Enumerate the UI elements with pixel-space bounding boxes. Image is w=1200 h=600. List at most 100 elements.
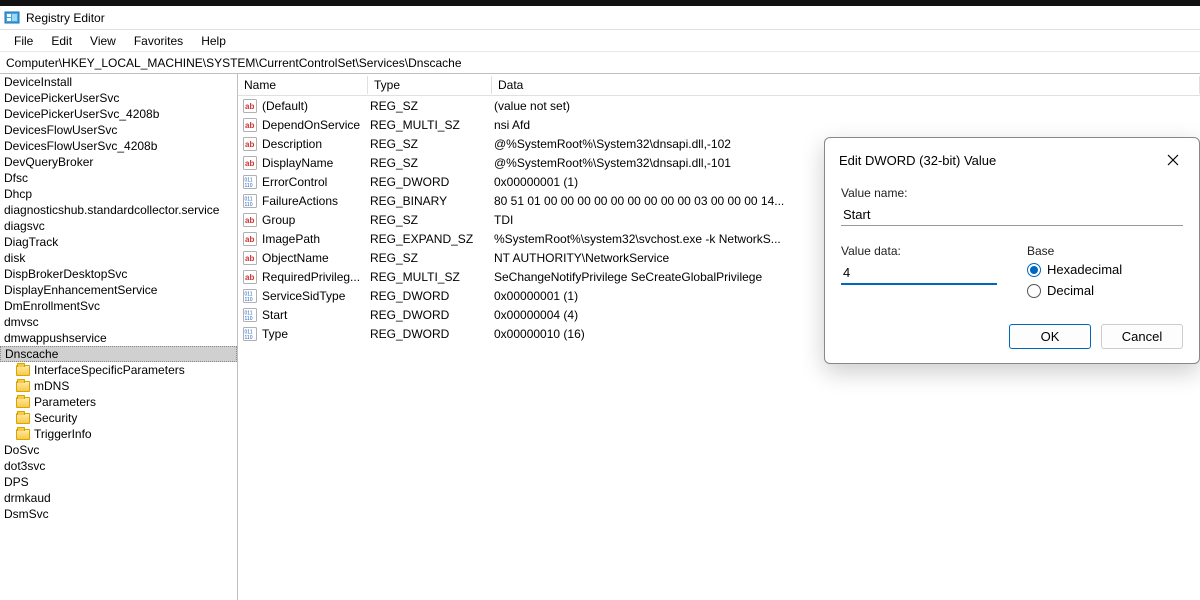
tree-item[interactable]: Dhcp bbox=[0, 186, 237, 202]
value-name: ErrorControl bbox=[262, 175, 327, 189]
tree-item-label: dmvsc bbox=[4, 314, 39, 330]
menu-edit[interactable]: Edit bbox=[43, 32, 80, 50]
menu-favorites[interactable]: Favorites bbox=[126, 32, 191, 50]
edit-dword-dialog: Edit DWORD (32-bit) Value Value name: Va… bbox=[824, 137, 1200, 364]
value-name-label: Value name: bbox=[841, 186, 1183, 200]
tree-item[interactable]: DevicesFlowUserSvc bbox=[0, 122, 237, 138]
tree-item-label: diagsvc bbox=[4, 218, 45, 234]
tree-item[interactable]: DevicePickerUserSvc bbox=[0, 90, 237, 106]
svg-text:ab: ab bbox=[245, 140, 254, 149]
tree-item[interactable]: dmwappushservice bbox=[0, 330, 237, 346]
folder-icon bbox=[16, 365, 30, 376]
string-icon: ab bbox=[242, 98, 258, 114]
svg-text:ab: ab bbox=[245, 273, 254, 282]
tree-item[interactable]: dot3svc bbox=[0, 458, 237, 474]
svg-text:110: 110 bbox=[245, 297, 253, 303]
key-tree[interactable]: DeviceInstallDevicePickerUserSvcDevicePi… bbox=[0, 74, 238, 600]
value-data-label: Value data: bbox=[841, 244, 997, 258]
tree-item[interactable]: Dfsc bbox=[0, 170, 237, 186]
folder-icon bbox=[16, 413, 30, 424]
tree-item-label: DeviceInstall bbox=[4, 74, 72, 90]
tree-item[interactable]: DevicePickerUserSvc_4208b bbox=[0, 106, 237, 122]
value-row[interactable]: ab (Default) REG_SZ(value not set) bbox=[238, 96, 1200, 115]
tree-item-label: DmEnrollmentSvc bbox=[4, 298, 100, 314]
value-row[interactable]: abDependOnServiceREG_MULTI_SZnsi Afd bbox=[238, 115, 1200, 134]
tree-item[interactable]: DoSvc bbox=[0, 442, 237, 458]
string-icon: ab bbox=[242, 269, 258, 285]
value-type: REG_DWORD bbox=[368, 175, 492, 189]
value-type: REG_SZ bbox=[368, 213, 492, 227]
close-icon[interactable] bbox=[1161, 148, 1185, 172]
value-type: REG_BINARY bbox=[368, 194, 492, 208]
tree-item[interactable]: DispBrokerDesktopSvc bbox=[0, 266, 237, 282]
svg-text:110: 110 bbox=[245, 335, 253, 341]
value-type: REG_SZ bbox=[368, 137, 492, 151]
folder-icon bbox=[16, 429, 30, 440]
base-label: Base bbox=[1027, 244, 1183, 258]
menu-help[interactable]: Help bbox=[193, 32, 234, 50]
value-data: (value not set) bbox=[492, 99, 1200, 113]
value-type: REG_DWORD bbox=[368, 308, 492, 322]
tree-item[interactable]: DevicesFlowUserSvc_4208b bbox=[0, 138, 237, 154]
tree-item[interactable]: drmkaud bbox=[0, 490, 237, 506]
binary-icon: 011110 bbox=[242, 288, 258, 304]
tree-item-label: DispBrokerDesktopSvc bbox=[4, 266, 127, 282]
tree-item-label: DevQueryBroker bbox=[4, 154, 93, 170]
value-name: FailureActions bbox=[262, 194, 338, 208]
value-name-field bbox=[841, 204, 1183, 226]
tree-item[interactable]: InterfaceSpecificParameters bbox=[0, 362, 237, 378]
tree-item-label: InterfaceSpecificParameters bbox=[34, 362, 185, 378]
value-type: REG_SZ bbox=[368, 156, 492, 170]
tree-item-label: DevicesFlowUserSvc bbox=[4, 122, 117, 138]
tree-item[interactable]: Security bbox=[0, 410, 237, 426]
tree-item[interactable]: DisplayEnhancementService bbox=[0, 282, 237, 298]
tree-item[interactable]: DiagTrack bbox=[0, 234, 237, 250]
tree-item-label: drmkaud bbox=[4, 490, 51, 506]
string-icon: ab bbox=[242, 231, 258, 247]
string-icon: ab bbox=[242, 212, 258, 228]
cancel-button[interactable]: Cancel bbox=[1101, 324, 1183, 349]
dialog-title: Edit DWORD (32-bit) Value bbox=[839, 153, 996, 168]
binary-icon: 011110 bbox=[242, 193, 258, 209]
menu-file[interactable]: File bbox=[6, 32, 41, 50]
value-name: DependOnService bbox=[262, 118, 360, 132]
ok-button[interactable]: OK bbox=[1009, 324, 1091, 349]
tree-item[interactable]: DPS bbox=[0, 474, 237, 490]
radio-decimal[interactable]: Decimal bbox=[1027, 283, 1183, 298]
value-name: (Default) bbox=[262, 99, 308, 113]
address-bar[interactable]: Computer\HKEY_LOCAL_MACHINE\SYSTEM\Curre… bbox=[0, 52, 1200, 74]
tree-item-label: TriggerInfo bbox=[34, 426, 92, 442]
folder-icon bbox=[16, 381, 30, 392]
tree-item[interactable]: TriggerInfo bbox=[0, 426, 237, 442]
tree-item[interactable]: DeviceInstall bbox=[0, 74, 237, 90]
tree-item[interactable]: Parameters bbox=[0, 394, 237, 410]
value-type: REG_SZ bbox=[368, 99, 492, 113]
menu-view[interactable]: View bbox=[82, 32, 124, 50]
col-name[interactable]: Name bbox=[238, 76, 368, 94]
col-type[interactable]: Type bbox=[368, 76, 492, 94]
tree-item-label: dmwappushservice bbox=[4, 330, 107, 346]
col-data[interactable]: Data bbox=[492, 76, 1200, 94]
tree-item[interactable]: diagsvc bbox=[0, 218, 237, 234]
address-text: Computer\HKEY_LOCAL_MACHINE\SYSTEM\Curre… bbox=[6, 56, 462, 70]
tree-item-label: Parameters bbox=[34, 394, 96, 410]
titlebar: Registry Editor bbox=[0, 6, 1200, 30]
tree-item[interactable]: DmEnrollmentSvc bbox=[0, 298, 237, 314]
svg-text:ab: ab bbox=[245, 121, 254, 130]
tree-item[interactable]: diagnosticshub.standardcollector.service bbox=[0, 202, 237, 218]
tree-item[interactable]: Dnscache bbox=[0, 346, 237, 362]
tree-item[interactable]: DsmSvc bbox=[0, 506, 237, 522]
tree-item-label: Dhcp bbox=[4, 186, 32, 202]
value-data-field[interactable] bbox=[841, 262, 997, 285]
tree-item[interactable]: DevQueryBroker bbox=[0, 154, 237, 170]
value-type: REG_EXPAND_SZ bbox=[368, 232, 492, 246]
tree-item[interactable]: disk bbox=[0, 250, 237, 266]
tree-item-label: DisplayEnhancementService bbox=[4, 282, 157, 298]
value-name: Start bbox=[262, 308, 287, 322]
tree-item-label: DiagTrack bbox=[4, 234, 58, 250]
value-type: REG_SZ bbox=[368, 251, 492, 265]
tree-item[interactable]: dmvsc bbox=[0, 314, 237, 330]
radio-hexadecimal[interactable]: Hexadecimal bbox=[1027, 262, 1183, 277]
tree-item[interactable]: mDNS bbox=[0, 378, 237, 394]
window-title: Registry Editor bbox=[26, 11, 105, 25]
